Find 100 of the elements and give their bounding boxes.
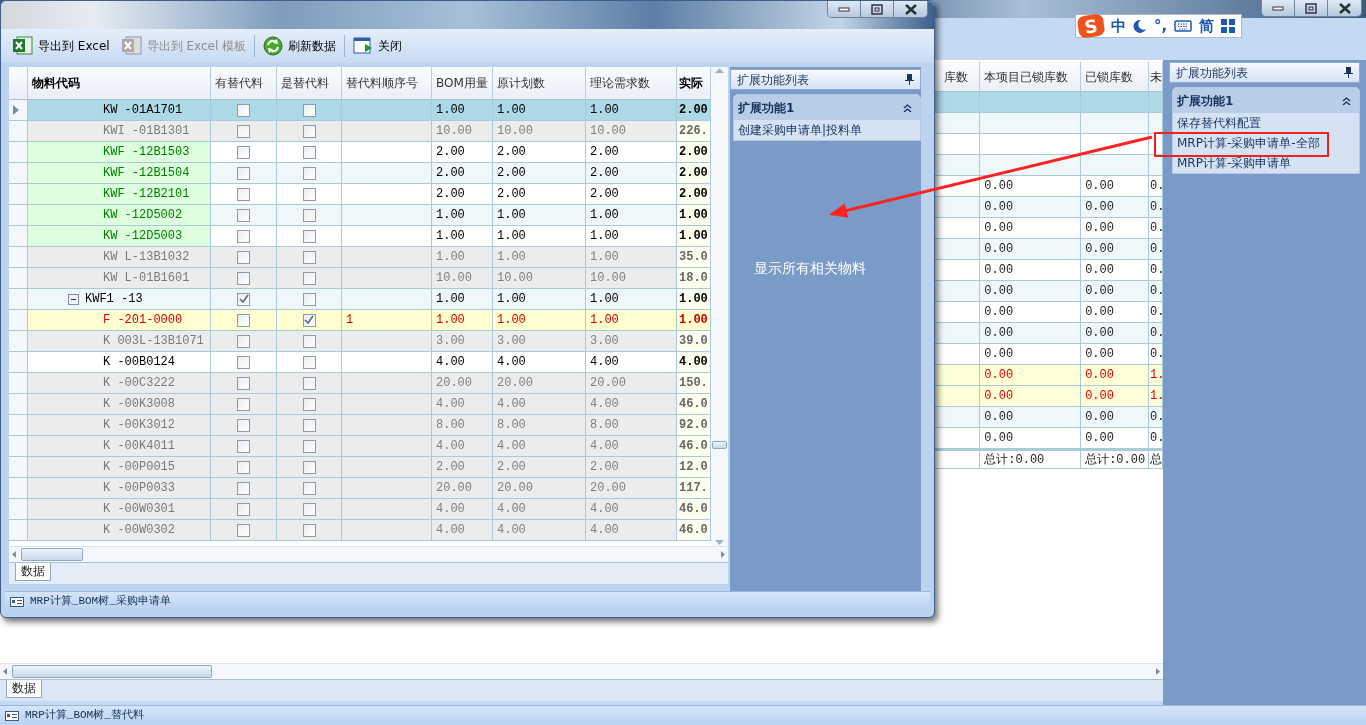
- checkbox[interactable]: [302, 187, 316, 201]
- checkbox[interactable]: [237, 523, 250, 537]
- checkbox[interactable]: [302, 271, 316, 285]
- checkbox[interactable]: [302, 166, 316, 180]
- scrollbar-thumb[interactable]: [21, 548, 83, 562]
- column-header[interactable]: 是替代料: [277, 67, 342, 99]
- ime-script[interactable]: 简: [1199, 14, 1215, 38]
- checkbox[interactable]: [302, 229, 316, 243]
- column-header[interactable]: 本项目已锁库数: [980, 62, 1082, 91]
- checkbox[interactable]: [302, 418, 316, 432]
- scroll-right-icon[interactable]: [1153, 667, 1163, 676]
- collapse-icon[interactable]: [903, 103, 912, 112]
- row-header[interactable]: [9, 520, 28, 540]
- column-header[interactable]: 原计划数: [493, 67, 586, 99]
- column-header[interactable]: 替代料顺序号: [342, 67, 432, 99]
- maximize-button[interactable]: [1295, 0, 1328, 16]
- close-button[interactable]: [1328, 0, 1361, 16]
- row-header[interactable]: [9, 331, 28, 351]
- column-header[interactable]: 理论需求数: [586, 67, 677, 99]
- row-header[interactable]: [9, 121, 28, 141]
- keyboard-icon[interactable]: [1174, 20, 1193, 32]
- moon-icon[interactable]: [1133, 19, 1147, 33]
- toolbar-button[interactable]: 导出到 Excel: [9, 34, 114, 58]
- checkbox[interactable]: [302, 439, 316, 453]
- function-link[interactable]: 创建采购申请单|投料单: [734, 120, 920, 140]
- function-link[interactable]: 保存替代料配置: [1173, 113, 1359, 133]
- column-header[interactable]: 物料代码: [28, 67, 211, 99]
- checkbox[interactable]: [237, 502, 250, 516]
- row-pointer-icon[interactable]: [9, 100, 28, 120]
- checkbox[interactable]: [237, 397, 250, 411]
- column-header[interactable]: 库数: [940, 62, 981, 91]
- collapse-icon[interactable]: [68, 293, 79, 305]
- scrollbar-thumb[interactable]: [12, 665, 212, 678]
- row-header[interactable]: [9, 184, 28, 204]
- pin-icon[interactable]: [905, 74, 914, 85]
- checkbox[interactable]: [237, 145, 250, 159]
- checkbox[interactable]: [302, 124, 316, 138]
- row-header[interactable]: [9, 310, 28, 330]
- checkbox[interactable]: [302, 376, 316, 390]
- function-link[interactable]: MRP计算-采购申请单-全部: [1173, 133, 1359, 153]
- row-header[interactable]: [9, 289, 28, 309]
- checkbox[interactable]: [302, 103, 316, 117]
- row-header[interactable]: [9, 142, 28, 162]
- checkbox[interactable]: [302, 355, 316, 369]
- sheet-tab[interactable]: 数据: [15, 563, 51, 582]
- checkbox[interactable]: [237, 103, 250, 117]
- checkbox[interactable]: [237, 355, 250, 369]
- checkbox[interactable]: [302, 502, 316, 516]
- row-header[interactable]: [9, 268, 28, 288]
- checkbox[interactable]: [302, 397, 316, 411]
- row-header[interactable]: [9, 478, 28, 498]
- column-header[interactable]: 有替代料: [211, 67, 277, 99]
- minimize-button[interactable]: [1262, 0, 1295, 16]
- checkbox[interactable]: [237, 292, 250, 306]
- checkbox[interactable]: [237, 334, 250, 348]
- row-header[interactable]: [9, 352, 28, 372]
- column-header[interactable]: 已锁库数: [1081, 62, 1150, 91]
- scroll-right-icon[interactable]: [718, 550, 728, 560]
- scroll-left-icon[interactable]: [0, 667, 10, 676]
- checkbox[interactable]: [302, 460, 316, 474]
- toolbar-button[interactable]: 关闭: [349, 34, 407, 58]
- maximize-button[interactable]: [861, 1, 894, 17]
- row-header[interactable]: [9, 415, 28, 435]
- row-header[interactable]: [9, 205, 28, 225]
- checkbox[interactable]: [237, 166, 250, 180]
- column-header[interactable]: 未: [1149, 62, 1163, 91]
- function-link[interactable]: MRP计算-采购申请单: [1173, 153, 1359, 173]
- ime-logo[interactable]: S: [1076, 13, 1106, 39]
- checkbox[interactable]: [302, 334, 316, 348]
- row-header[interactable]: [9, 373, 28, 393]
- checkbox[interactable]: [237, 187, 250, 201]
- row-header[interactable]: [9, 394, 28, 414]
- checkbox[interactable]: [237, 313, 250, 327]
- checkbox[interactable]: [302, 481, 316, 495]
- checkbox[interactable]: [237, 439, 250, 453]
- row-header[interactable]: [9, 457, 28, 477]
- toolbar-button[interactable]: 刷新数据: [259, 34, 341, 58]
- checkbox[interactable]: [302, 313, 316, 327]
- row-header[interactable]: [9, 226, 28, 246]
- minimize-button[interactable]: [828, 1, 861, 17]
- checkbox[interactable]: [302, 250, 316, 264]
- checkbox[interactable]: [302, 292, 316, 306]
- column-header[interactable]: BOM用量: [432, 67, 493, 99]
- close-button[interactable]: [894, 1, 927, 17]
- row-header[interactable]: [9, 163, 28, 183]
- checkbox[interactable]: [237, 229, 250, 243]
- checkbox[interactable]: [302, 145, 316, 159]
- checkbox[interactable]: [237, 376, 250, 390]
- sheet-tab[interactable]: 数据: [6, 680, 42, 698]
- checkbox[interactable]: [237, 208, 250, 222]
- row-header[interactable]: [9, 499, 28, 519]
- checkbox[interactable]: [237, 250, 250, 264]
- checkbox[interactable]: [237, 124, 250, 138]
- scrollbar-thumb[interactable]: [712, 441, 727, 449]
- checkbox[interactable]: [302, 208, 316, 222]
- scroll-left-icon[interactable]: [9, 550, 19, 560]
- row-header[interactable]: [9, 436, 28, 456]
- checkbox[interactable]: [237, 271, 250, 285]
- collapse-icon[interactable]: [1342, 96, 1351, 105]
- pin-icon[interactable]: [1344, 67, 1353, 78]
